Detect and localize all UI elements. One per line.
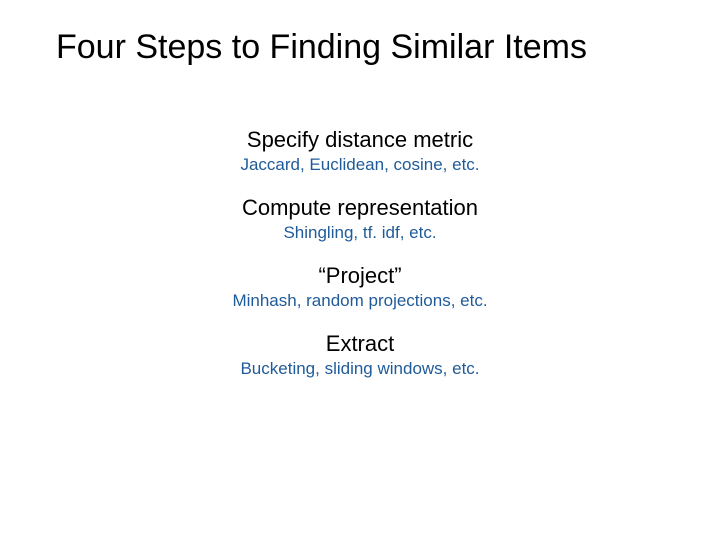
step-item: “Project” Minhash, random projections, e… (232, 263, 487, 311)
step-detail: Bucketing, sliding windows, etc. (240, 359, 479, 379)
slide-container: Four Steps to Finding Similar Items Spec… (0, 0, 720, 540)
step-title: Extract (240, 331, 479, 357)
step-title: “Project” (232, 263, 487, 289)
step-item: Extract Bucketing, sliding windows, etc. (240, 331, 479, 379)
step-detail: Jaccard, Euclidean, cosine, etc. (240, 155, 479, 175)
step-detail: Minhash, random projections, etc. (232, 291, 487, 311)
step-item: Specify distance metric Jaccard, Euclide… (240, 127, 479, 175)
steps-list: Specify distance metric Jaccard, Euclide… (0, 127, 720, 399)
slide-title: Four Steps to Finding Similar Items (0, 28, 720, 67)
step-title: Compute representation (242, 195, 478, 221)
step-detail: Shingling, tf. idf, etc. (242, 223, 478, 243)
step-item: Compute representation Shingling, tf. id… (242, 195, 478, 243)
step-title: Specify distance metric (240, 127, 479, 153)
